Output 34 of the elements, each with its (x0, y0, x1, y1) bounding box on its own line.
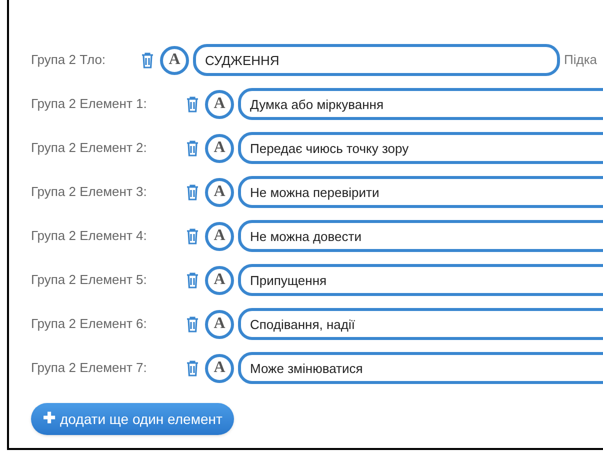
text-field[interactable]: Передає чиюсь точку зору (238, 132, 603, 164)
field-label: Група 2 Елемент 6: (31, 315, 148, 334)
font-button[interactable]: A (205, 354, 234, 382)
trash-icon[interactable] (186, 272, 199, 288)
text-field[interactable]: Не можна довести (238, 220, 603, 252)
font-button[interactable]: A (205, 310, 234, 338)
font-button[interactable]: A (205, 178, 234, 206)
font-button[interactable]: A (205, 222, 234, 250)
field-label: Група 2 Елемент 3: (31, 183, 148, 202)
field-label: Група 2 Тло: (31, 51, 107, 70)
field-label: Група 2 Елемент 4: (31, 227, 148, 246)
trash-icon[interactable] (186, 184, 199, 200)
text-field[interactable]: Припущення (238, 264, 603, 296)
text-field[interactable]: СУДЖЕННЯ (193, 44, 560, 76)
trash-icon[interactable] (186, 228, 199, 244)
field-label: Група 2 Елемент 2: (31, 139, 148, 158)
trash-icon[interactable] (186, 316, 199, 332)
font-button[interactable]: A (205, 90, 234, 118)
trash-icon[interactable] (141, 52, 154, 68)
font-button[interactable]: A (160, 46, 189, 74)
field-label: Група 2 Елемент 7: (31, 359, 148, 378)
text-field[interactable]: Може змінюватися (238, 352, 603, 384)
add-element-button[interactable]: ✚ додати ще один елемент (31, 403, 234, 435)
text-field[interactable]: Не можна перевірити (238, 176, 603, 208)
field-label: Підка (564, 51, 598, 70)
trash-icon[interactable] (186, 140, 199, 156)
font-button[interactable]: A (205, 134, 234, 162)
field-label: Група 2 Елемент 1: (31, 95, 148, 114)
field-label: Група 2 Елемент 5: (31, 271, 148, 290)
text-field[interactable]: Сподівання, надії (238, 308, 603, 340)
trash-icon[interactable] (186, 96, 199, 112)
font-button[interactable]: A (205, 266, 234, 294)
trash-icon[interactable] (186, 360, 199, 376)
text-field[interactable]: Думка або міркування (238, 88, 603, 120)
